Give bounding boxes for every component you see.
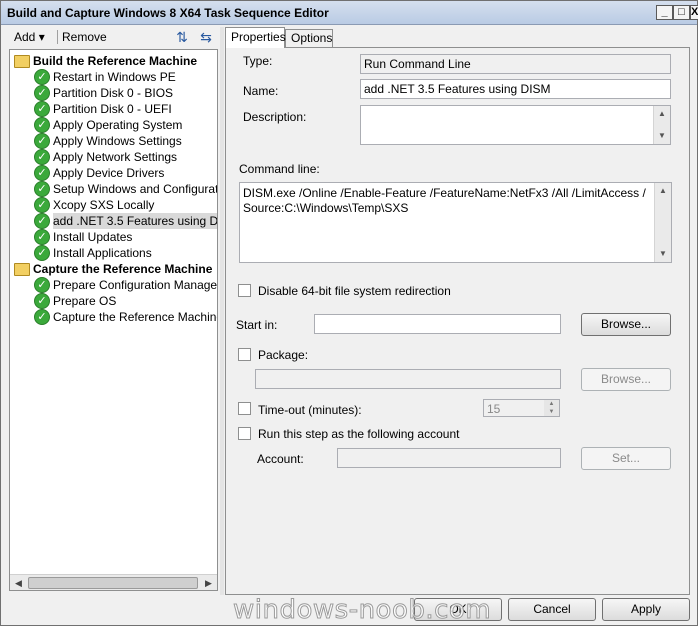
folder-icon [14,55,30,68]
type-label: Type: [243,54,273,68]
maximize-button[interactable]: □ [673,5,690,20]
tree-item-label: Install Applications [53,246,152,260]
description-input[interactable]: ▲ ▼ [360,105,671,145]
start-in-browse-button[interactable]: Browse... [581,313,671,336]
package-label: Package: [258,348,309,362]
start-in-label: Start in: [236,318,278,332]
scroll-down-icon[interactable]: ▼ [655,246,671,262]
run-as-label: Run this step as the following account [258,427,460,441]
name-input[interactable]: add .NET 3.5 Features using DISM [360,79,671,99]
timeout-stepper[interactable]: 15 ▲ ▼ [483,399,560,417]
task-sequence-tree[interactable]: Build the Reference Machine ✓ Restart in … [9,49,218,591]
tree-item-label: add .NET 3.5 Features using DISM [53,213,217,229]
tree-item-label: Partition Disk 0 - UEFI [53,102,172,116]
package-field [255,369,561,389]
minimize-button[interactable]: _ [656,5,673,20]
move-down-icon[interactable]: ⇆ [197,28,215,46]
check-icon: ✓ [34,69,50,85]
tree-item-label: Apply Windows Settings [53,134,182,148]
tree-group-label: Capture the Reference Machine [33,262,213,276]
command-line-label: Command line: [239,162,320,176]
account-field [337,448,561,468]
tree-item-label: Restart in Windows PE [53,70,176,84]
disable-64bit-checkbox[interactable] [238,284,251,297]
command-line-scrollbar[interactable]: ▲ ▼ [654,183,671,262]
check-icon: ✓ [34,293,50,309]
check-icon: ✓ [34,245,50,261]
remove-button[interactable]: Remove [62,29,107,45]
tree-item-label: Prepare Configuration Manager Cli [53,278,218,292]
check-icon: ✓ [34,165,50,181]
check-icon: ✓ [34,133,50,149]
type-field: Run Command Line [360,54,671,74]
tree-item-label: Setup Windows and Configuration [53,182,218,196]
apply-button[interactable]: Apply [602,598,690,621]
check-icon: ✓ [34,85,50,101]
package-checkbox[interactable] [238,348,251,361]
window-title: Build and Capture Windows 8 X64 Task Seq… [7,6,329,20]
properties-panel: Type: Run Command Line Name: add .NET 3.… [225,47,690,595]
check-icon: ✓ [34,229,50,245]
toolbar-separator [57,30,58,44]
description-scrollbar[interactable]: ▲ ▼ [653,106,670,144]
disable-64bit-label: Disable 64-bit file system redirection [258,284,451,298]
check-icon: ✓ [34,309,50,325]
scroll-thumb[interactable] [28,577,198,589]
scroll-down-icon[interactable]: ▼ [654,128,670,144]
tree-item-label: Partition Disk 0 - BIOS [53,86,174,100]
command-line-input[interactable]: DISM.exe /Online /Enable-Feature /Featur… [239,182,672,263]
set-account-button[interactable]: Set... [581,447,671,470]
tab-options[interactable]: Options [285,29,333,47]
close-button[interactable]: X [690,5,698,20]
tree-item-label: Prepare OS [53,294,117,308]
scroll-right-icon[interactable]: ▶ [200,575,217,590]
timeout-value: 15 [487,402,501,416]
add-label: Add [14,30,36,44]
tab-properties[interactable]: Properties [225,27,286,48]
tree-group-label: Build the Reference Machine [33,54,198,68]
stepper-up-icon[interactable]: ▲ [544,400,559,408]
pane-splitter[interactable] [220,27,224,595]
account-label: Account: [257,452,304,466]
title-bar: Build and Capture Windows 8 X64 Task Seq… [1,1,698,25]
stepper-down-icon[interactable]: ▼ [544,408,559,416]
tree-item-label: Xcopy SXS Locally [53,198,155,212]
name-label: Name: [243,84,279,98]
run-as-checkbox[interactable] [238,427,251,440]
task-sequence-editor-window: Build and Capture Windows 8 X64 Task Seq… [0,0,698,626]
check-icon: ✓ [34,181,50,197]
folder-icon [14,263,30,276]
package-browse-button[interactable]: Browse... [581,368,671,391]
scroll-up-icon[interactable]: ▲ [655,183,671,199]
site-watermark: windows-noob.com [232,595,492,626]
cancel-button[interactable]: Cancel [508,598,596,621]
tree-item-label: Apply Network Settings [53,150,178,164]
tree-item-label: Apply Operating System [53,118,183,132]
tree-item-label: Install Updates [53,230,133,244]
tree-horizontal-scrollbar[interactable]: ◀ ▶ [10,574,217,590]
command-line-text: DISM.exe /Online /Enable-Feature /Featur… [243,186,646,215]
check-icon: ✓ [34,197,50,213]
add-menu-button[interactable]: Add ▾ [14,29,45,45]
start-in-input[interactable] [314,314,561,334]
scroll-left-icon[interactable]: ◀ [10,575,27,590]
tree-toolbar: Add ▾ Remove ⇅ ⇆ [9,27,218,47]
check-icon: ✓ [34,213,50,229]
description-label: Description: [243,110,307,124]
timeout-label: Time-out (minutes): [258,403,362,417]
move-up-icon[interactable]: ⇅ [173,28,191,46]
check-icon: ✓ [34,149,50,165]
timeout-checkbox[interactable] [238,402,251,415]
tree-item-label: Apply Device Drivers [53,166,165,180]
tree-item-label: Capture the Reference Machine [53,310,218,324]
check-icon: ✓ [34,101,50,117]
check-icon: ✓ [34,117,50,133]
scroll-up-icon[interactable]: ▲ [654,106,670,122]
check-icon: ✓ [34,277,50,293]
